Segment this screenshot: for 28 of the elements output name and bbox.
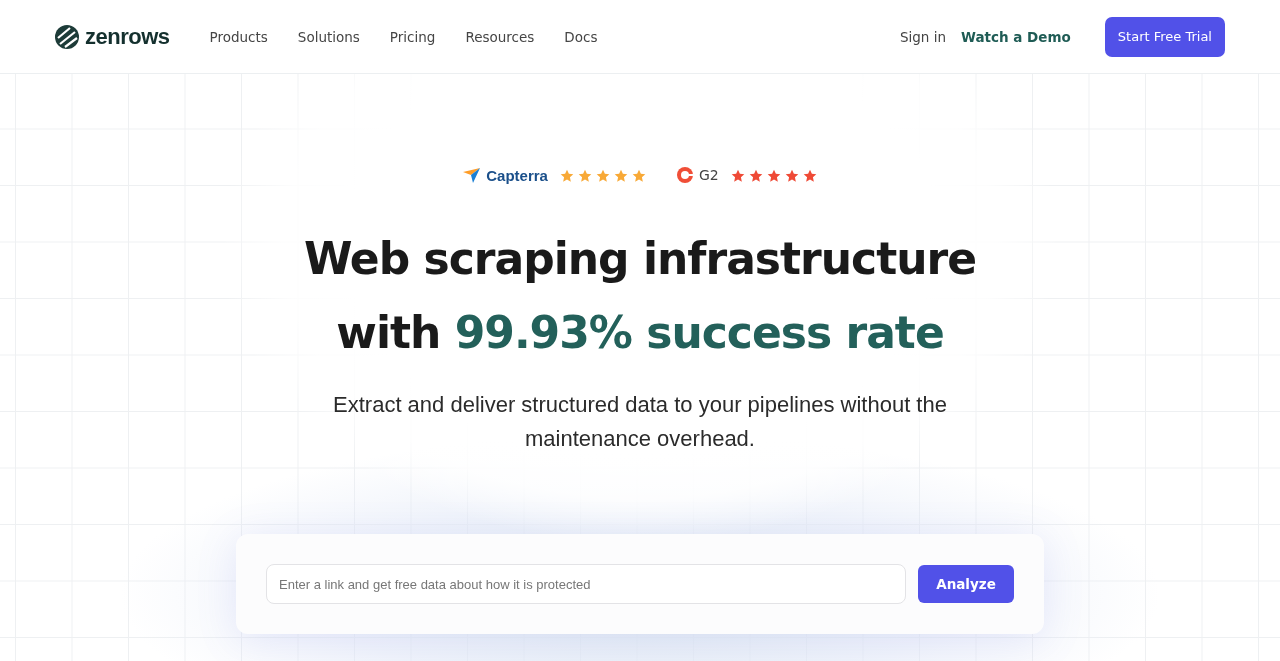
star-icon: [577, 168, 592, 182]
paper-plane-icon: [463, 167, 482, 183]
star-icon: [631, 168, 646, 182]
nav-link[interactable]: Resources: [450, 28, 550, 45]
logo-icon: [55, 24, 79, 49]
headline: Web scraping infrastructure with 99.93% success rate: [303, 232, 977, 360]
star-icon: [766, 168, 781, 182]
star-icon: [559, 168, 574, 182]
sign-in-link[interactable]: Sign in: [899, 28, 946, 45]
analyze-button[interactable]: Analyze: [918, 565, 1014, 603]
star-icon: [784, 168, 799, 182]
link-input-field[interactable]: Enter a link and get free data about how it is protected: [266, 564, 906, 604]
star-icon: [730, 168, 745, 182]
capterra-logo-text: Capterra: [486, 166, 548, 184]
star-icon: [748, 168, 763, 182]
nav-link[interactable]: Solutions: [282, 28, 375, 45]
logo-text: zenrows: [85, 23, 170, 50]
star-icon: [595, 168, 610, 182]
g2-label: G2: [698, 167, 719, 183]
nav-link[interactable]: Docs: [549, 28, 613, 45]
nav-link[interactable]: Products: [194, 28, 283, 45]
start-free-trial-button[interactable]: Start Free Trial: [1104, 16, 1225, 57]
star-icon: [802, 168, 817, 182]
star-icon: [613, 168, 628, 182]
subtitle: Extract and deliver structured data to your pipelines without the maintenance overhead.: [332, 391, 948, 453]
watch-demo-link[interactable]: Watch a Demo: [961, 28, 1071, 45]
g2-logo-icon: [675, 166, 694, 184]
nav-link[interactable]: Pricing: [374, 28, 451, 45]
